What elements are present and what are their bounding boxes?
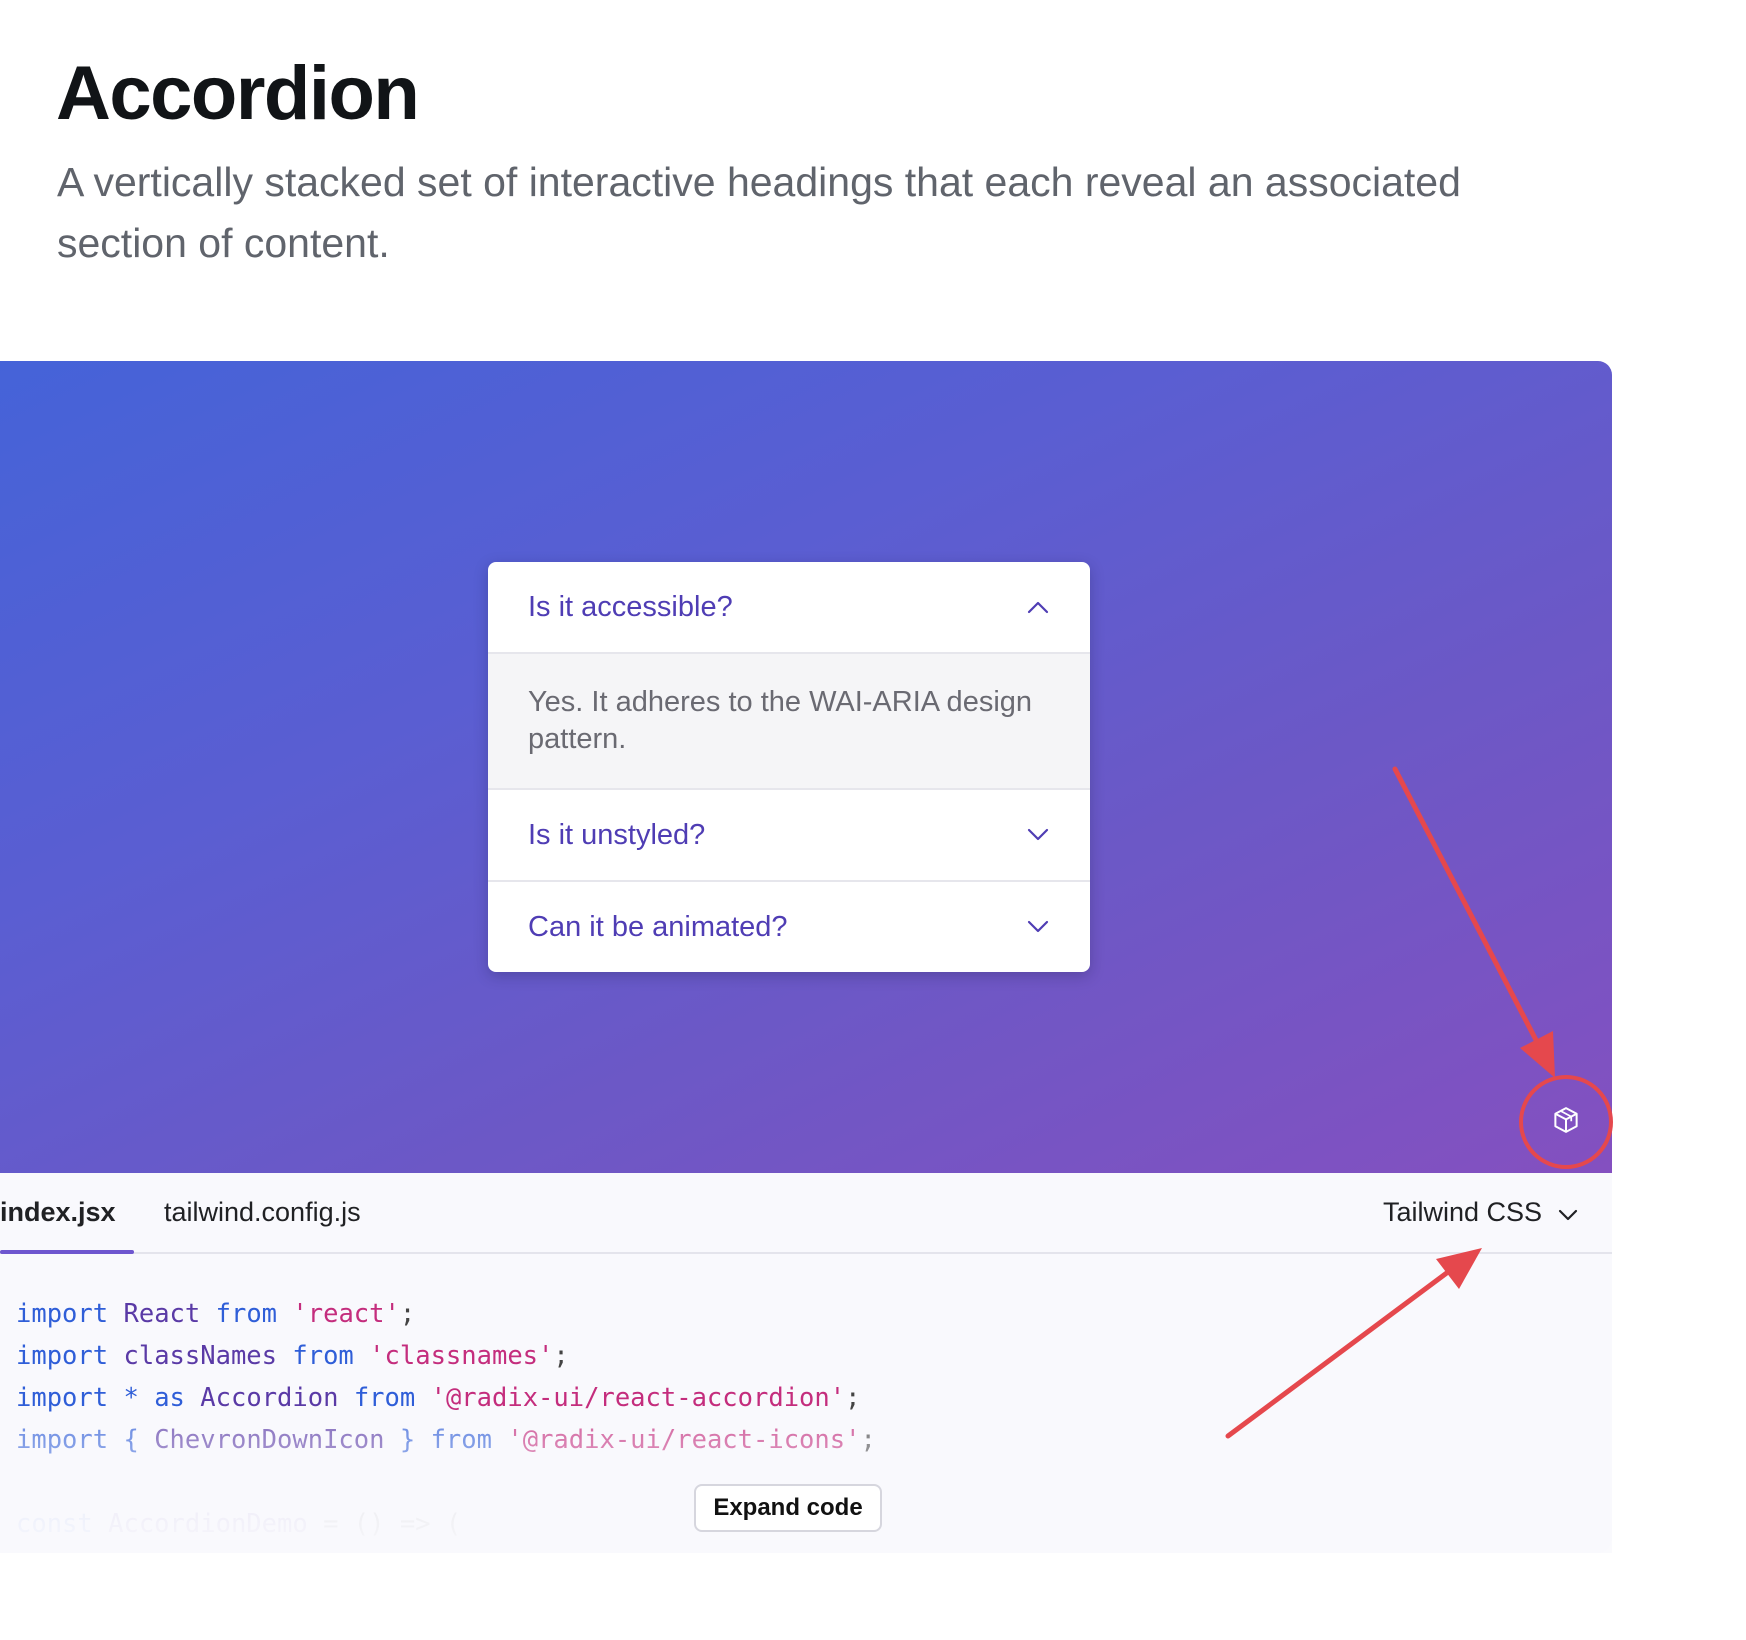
accordion: Is it accessible? Yes. It adheres to the… [488,562,1090,972]
code-token: '@radix-ui/react-accordion' [430,1383,846,1413]
code-token: } [399,1425,416,1455]
style-select-value: Tailwind CSS [1382,1197,1542,1227]
accordion-trigger-animated[interactable]: Can it be animated? [488,882,1090,972]
open-sandbox-button[interactable] [1546,1102,1586,1142]
cube-icon [1551,1105,1581,1140]
code-token: * [123,1383,139,1413]
code-tabs: index.jsx tailwind.config.js Tailwind CS… [0,1173,1612,1254]
code-token: from [430,1425,492,1455]
chevron-down-icon [1026,823,1050,847]
tab-index-jsx[interactable]: index.jsx [0,1173,134,1254]
expand-code-button[interactable]: Expand code [694,1484,882,1532]
code-token: from [215,1299,278,1329]
accordion-trigger-unstyled[interactable]: Is it unstyled? [488,790,1090,880]
accordion-item: Is it unstyled? [488,790,1090,882]
chevron-up-icon [1026,595,1050,619]
code-token: import [16,1299,109,1329]
code-token: Accordion [200,1383,339,1413]
tab-tailwind-config[interactable]: tailwind.config.js [164,1173,361,1252]
page: Accordion A vertically stacked set of in… [0,0,1746,1640]
code-token: = () => ( [307,1509,462,1539]
code-token: from [292,1341,354,1371]
code-token: import [16,1341,109,1371]
code-line: import classNames from 'classnames'; [16,1335,876,1377]
code-token: '@radix-ui/react-icons' [507,1425,861,1455]
code-token: ; [845,1383,861,1413]
code-token: { [123,1425,139,1455]
code-token: ; [860,1425,876,1455]
code-token: React [123,1299,201,1329]
accordion-trigger-label: Is it accessible? [528,590,733,623]
accordion-item: Can it be animated? [488,882,1090,972]
code-token: ; [399,1299,416,1329]
style-select[interactable]: Tailwind CSS [1383,1173,1578,1252]
code-line: import React from 'react'; [16,1293,876,1335]
code-token: ; [553,1341,569,1371]
code-token: 'classnames' [369,1341,554,1371]
code-token: const [16,1509,93,1539]
code-token: as [154,1383,185,1413]
chevron-down-icon [1026,915,1050,939]
code-token: classNames [123,1341,278,1371]
accordion-trigger-accessible[interactable]: Is it accessible? [488,562,1090,652]
code-token: import [16,1425,109,1455]
code-token: AccordionDemo [108,1509,308,1539]
chevron-down-icon [1558,1197,1578,1228]
accordion-trigger-label: Can it be animated? [528,910,788,943]
code-token: from [353,1383,416,1413]
page-description: A vertically stacked set of interactive … [57,159,1461,266]
code-line: import { ChevronDownIcon } from '@radix-… [16,1419,876,1461]
accordion-item: Is it accessible? Yes. It adheres to the… [488,562,1090,790]
page-title: Accordion [56,51,420,136]
code-token: import [16,1383,109,1413]
code-token: ChevronDownIcon [154,1425,385,1455]
code-line: import * as Accordion from '@radix-ui/re… [16,1377,876,1419]
demo-preview: Is it accessible? Yes. It adheres to the… [0,361,1612,1173]
accordion-trigger-label: Is it unstyled? [528,818,706,851]
accordion-content: Yes. It adheres to the WAI-ARIA design p… [488,652,1090,788]
code-token: 'react' [292,1299,400,1329]
